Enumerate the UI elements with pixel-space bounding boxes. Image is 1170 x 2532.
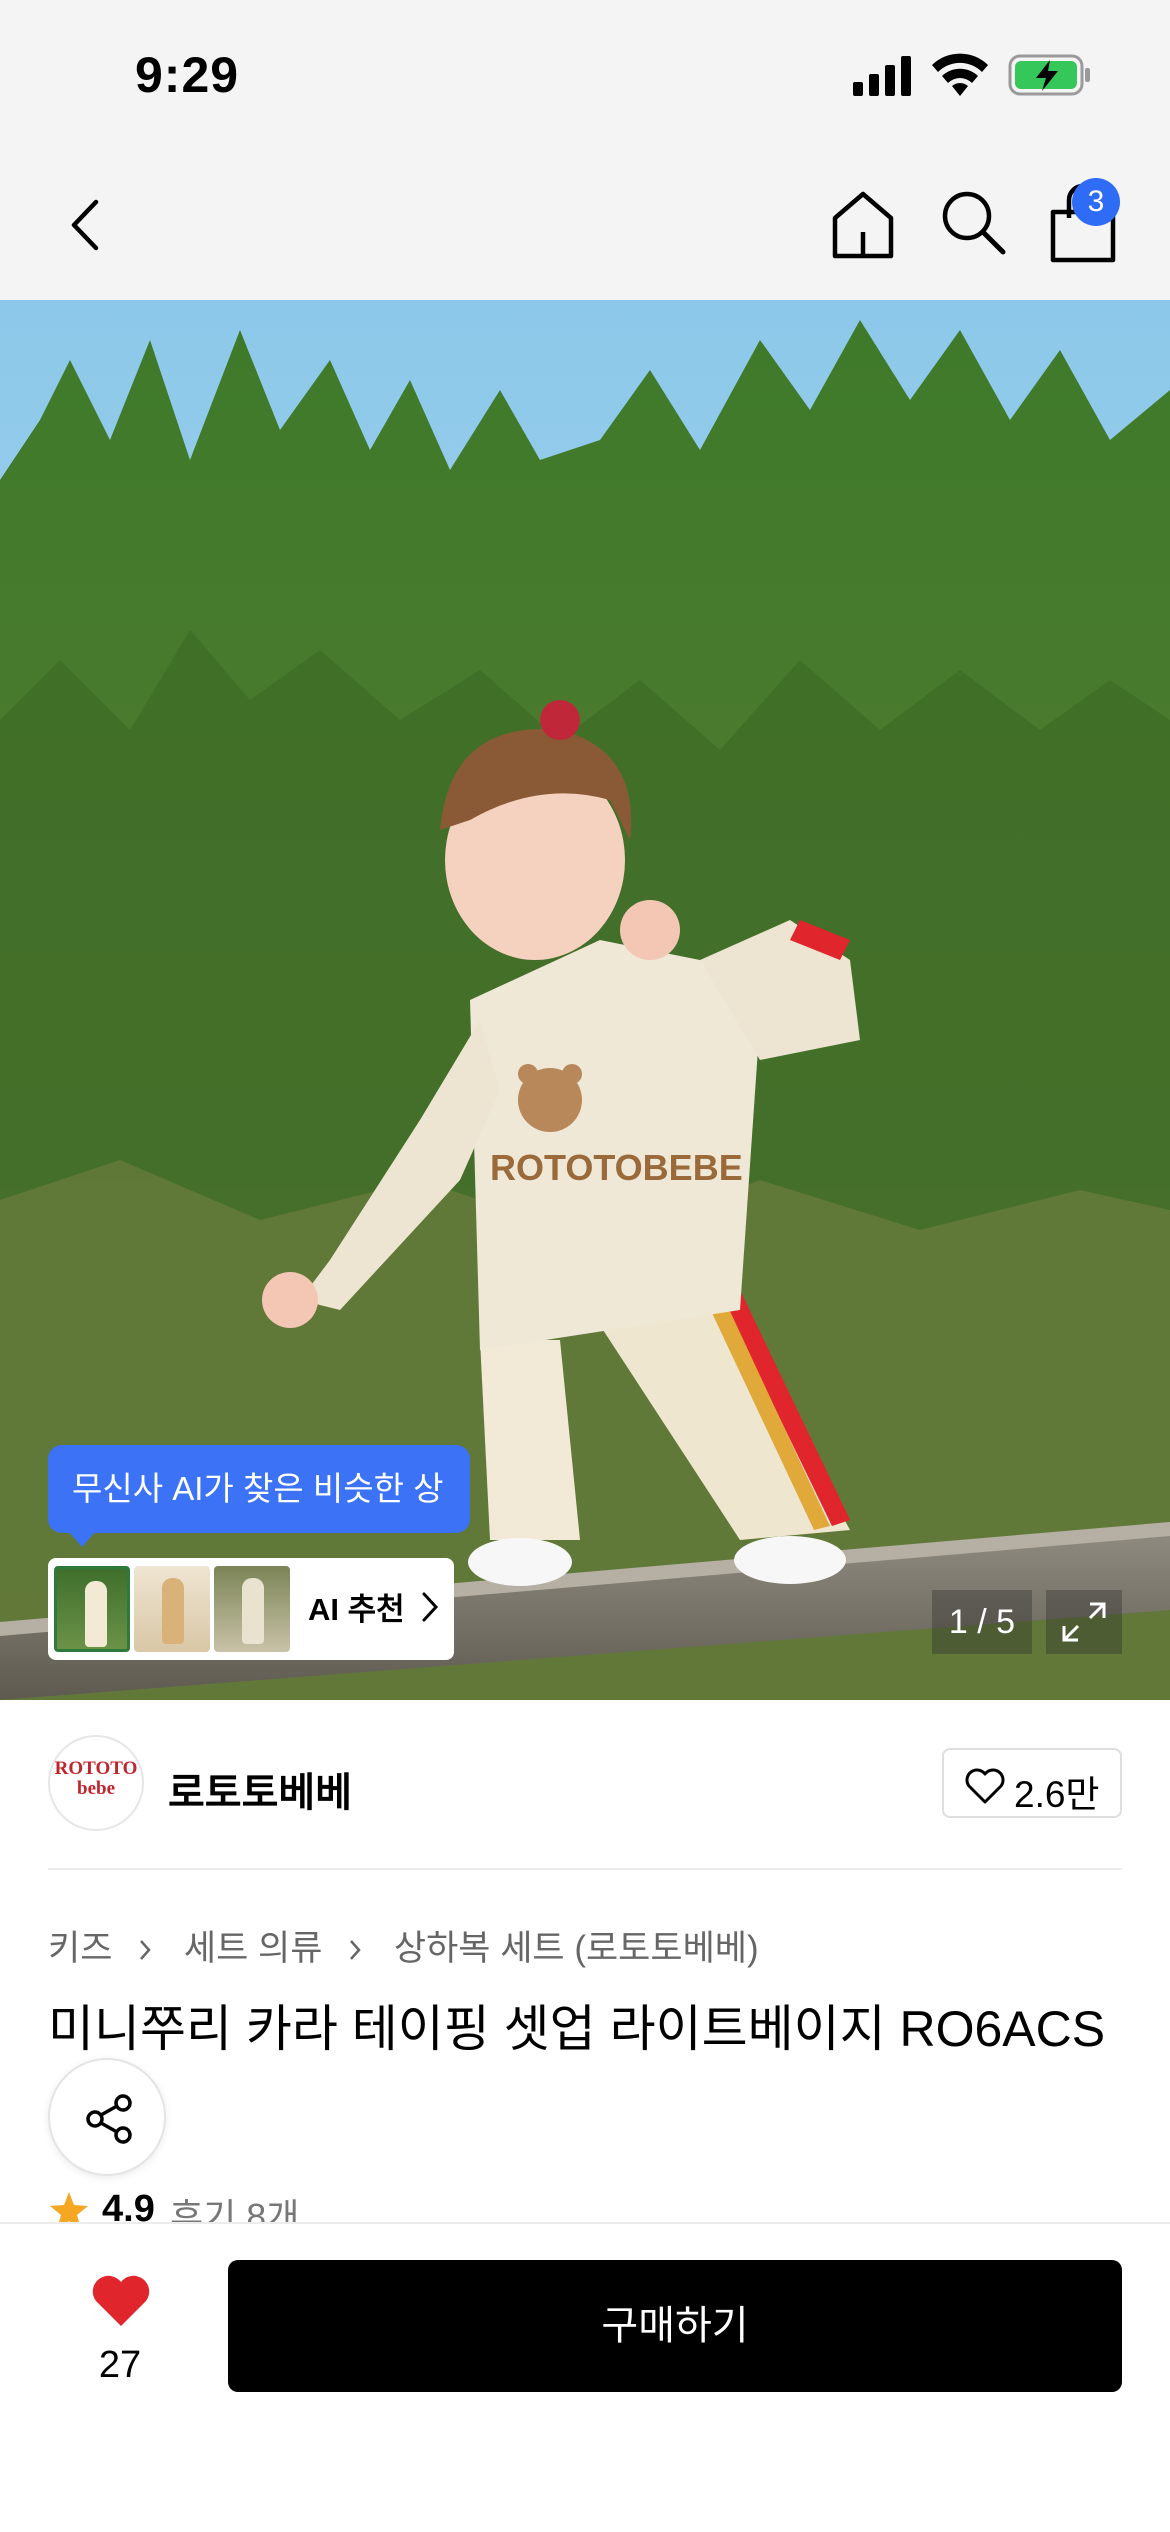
ai-similar-products-tooltip[interactable]: 무신사 AI가 찾은 비슷한 상품	[48, 1445, 470, 1595]
breadcrumb-item[interactable]: 키즈	[48, 1929, 112, 1968]
chevron-right-icon	[350, 1940, 361, 1960]
expand-image-button[interactable]	[1046, 1590, 1122, 1654]
cellular-signal-icon	[853, 56, 911, 96]
rating-score: 4.9	[102, 2188, 155, 2222]
ai-thumbnail[interactable]	[214, 1566, 290, 1652]
ai-thumbnail[interactable]	[54, 1566, 130, 1652]
image-page-counter: 1 / 5	[932, 1590, 1032, 1654]
ai-thumbnail[interactable]	[134, 1566, 210, 1652]
ai-recommend-card[interactable]: AI 추천	[48, 1558, 454, 1660]
breadcrumb: 키즈 세트 의류 상하복 세트 (로토토베베)	[48, 1920, 759, 1971]
ai-recommend-label: AI 추천	[308, 1592, 405, 1627]
divider	[48, 1868, 1122, 1870]
wifi-icon	[932, 53, 988, 96]
rating-row[interactable]: 4.9 후기 8개	[48, 2188, 648, 2222]
product-title: 미니쭈리 카라 테이핑 셋업 라이트베이지 RO6ACS	[48, 2001, 1106, 2057]
cart-count-badge: 3	[1072, 178, 1120, 226]
shirt-print-text: ROTOTOBEBE	[490, 1147, 743, 1188]
status-bar: 9:29	[0, 0, 1170, 150]
brand-like-count: 2.6만	[1014, 1774, 1100, 1815]
bottom-purchase-bar: 27 구매하기	[0, 2222, 1170, 2532]
expand-icon	[1062, 1602, 1106, 1642]
back-arrow-icon[interactable]	[60, 190, 110, 260]
breadcrumb-item[interactable]: 세트 의류	[184, 1929, 323, 1968]
review-count[interactable]: 후기 8개	[170, 2188, 299, 2222]
wishlist-count: 27	[98, 2344, 142, 2386]
heart-filled-icon	[92, 2275, 150, 2326]
brand-logo-text: bebe	[77, 1778, 115, 1799]
wishlist-button[interactable]: 27	[60, 2264, 180, 2404]
chevron-right-icon	[140, 1940, 151, 1960]
status-time: 9:29	[135, 47, 240, 103]
brand-logo[interactable]: ROTOTO bebe	[48, 1735, 144, 1831]
search-icon[interactable]	[935, 184, 1011, 260]
brand-logo-text: ROTOTO	[54, 1758, 138, 1779]
star-icon	[50, 2192, 88, 2222]
battery-charging-icon	[1008, 54, 1090, 96]
share-icon	[86, 2094, 132, 2144]
buy-button[interactable]: 구매하기	[228, 2260, 1122, 2392]
top-nav-bar: 3	[0, 150, 1170, 300]
chevron-right-icon	[422, 1592, 439, 1622]
heart-outline-icon	[965, 1768, 1005, 1804]
home-icon[interactable]	[825, 186, 901, 262]
share-button[interactable]	[48, 2058, 166, 2176]
breadcrumb-item[interactable]: 상하복 세트 (로토토베베)	[394, 1929, 759, 1968]
brand-name[interactable]: 로토토베베	[168, 1760, 352, 1818]
brand-like-button[interactable]: 2.6만	[942, 1748, 1122, 1818]
